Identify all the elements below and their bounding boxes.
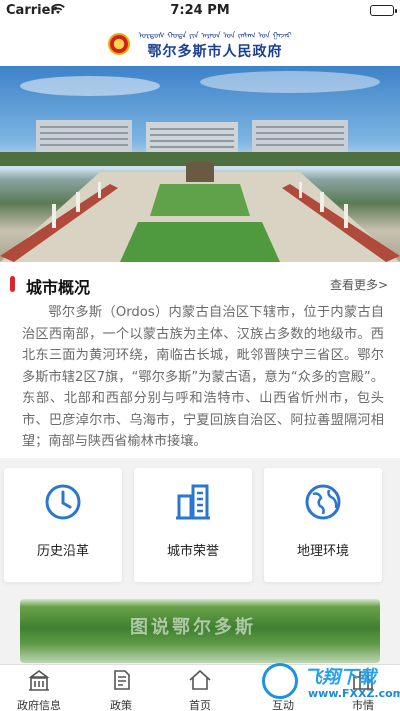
tab-government-info[interactable]: 政府信息: [6, 669, 72, 711]
tab-label: 政策: [110, 699, 132, 711]
building-icon: [176, 484, 210, 520]
government-building-icon: [28, 670, 50, 691]
document-icon: [114, 670, 130, 690]
clock-icon: [45, 484, 81, 520]
view-more-link[interactable]: 查看更多>: [330, 276, 388, 293]
page-title: 鄂尔多斯市人民政府: [147, 44, 283, 60]
overview-text: 鄂尔多斯（Ordos）内蒙古自治区下辖市，位于内蒙古自治区西南部，一个以蒙古族为…: [22, 305, 384, 449]
city-square-photo: [0, 71, 400, 262]
geography-card[interactable]: 地理环境: [264, 468, 382, 582]
category-cards: 历史沿革 城市荣誉 地理环境: [0, 468, 400, 584]
honors-card-label: 城市荣誉: [166, 544, 219, 559]
tab-home[interactable]: 首页: [167, 669, 233, 711]
city-overview-section: 城市概况 查看更多> 鄂尔多斯（Ordos）内蒙古自治区下辖市，位于内蒙古自治区…: [0, 262, 400, 458]
section-accent-bar: [10, 276, 15, 292]
banner-image[interactable]: [0, 66, 400, 262]
promo-banner-text: 图说鄂尔多斯: [130, 617, 256, 638]
tab-label: 首页: [189, 699, 211, 711]
app-header: ᠣᠷᠳᠣᠰ ᠬᠣᠲᠠ ᠶᠢᠨ ᠠᠷᠠᠳ ᠤᠨ ᠵᠠᠰᠠᠭ ᠤᠨ ᠭᠠᠵᠠᠷ 鄂尔…: [0, 22, 400, 66]
history-card-label: 历史沿革: [36, 544, 89, 559]
watermark-url: www.FXXZ.com: [308, 687, 400, 700]
honors-card[interactable]: 城市荣誉: [134, 468, 252, 582]
header-title-mongolian: ᠣᠷᠳᠣᠰ ᠬᠣᠲᠠ ᠶᠢᠨ ᠠᠷᠠᠳ ᠤᠨ ᠵᠠᠰᠠᠭ ᠤᠨ ᠭᠠᠵᠠᠷ: [138, 31, 292, 40]
battery-icon: [370, 5, 397, 16]
watermark-logo-icon: [262, 663, 298, 699]
globe-icon: [305, 484, 341, 520]
national-emblem-icon: [108, 33, 131, 55]
tab-policy[interactable]: 政策: [88, 669, 154, 711]
clock-time: 7:24 PM: [170, 3, 230, 18]
section-header: 城市概况 查看更多>: [0, 270, 400, 298]
home-icon: [189, 669, 211, 690]
watermark-title: 飞翔下载: [304, 667, 376, 688]
section-title: 城市概况: [26, 278, 91, 297]
status-bar: Carrier 7:24 PM: [0, 0, 400, 22]
geography-card-label: 地理环境: [296, 544, 349, 559]
download-site-watermark: 飞翔下载 www.FXXZ.com: [258, 661, 400, 705]
promo-banner[interactable]: 图说鄂尔多斯: [20, 599, 380, 663]
history-card[interactable]: 历史沿革: [4, 468, 122, 582]
tab-label: 政府信息: [17, 699, 61, 711]
